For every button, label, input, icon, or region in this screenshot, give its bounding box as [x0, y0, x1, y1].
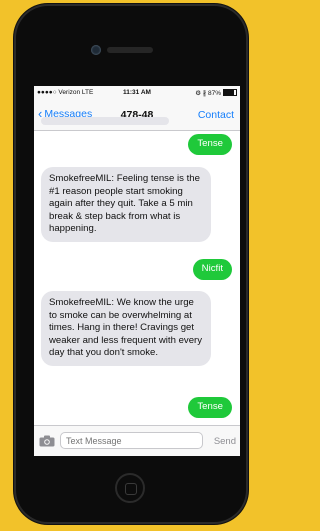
incoming-message-bubble: SmokefreeMIL: Feeling tense is the #1 re…: [41, 167, 211, 242]
camera-icon[interactable]: [39, 435, 55, 447]
message-thread[interactable]: Tense SmokefreeMIL: Feeling tense is the…: [34, 117, 240, 425]
front-camera-icon: [91, 45, 101, 55]
previous-message-bubble: [41, 117, 169, 125]
incoming-message-bubble: SmokefreeMIL: We know the urge to smoke …: [41, 291, 211, 366]
message-text-field[interactable]: [60, 432, 203, 449]
contact-button[interactable]: Contact: [198, 109, 234, 121]
status-right: ⚙ ∦ 87%: [195, 89, 237, 97]
home-button-icon: [125, 483, 137, 495]
status-bar: ●●●●○ Verizon LTE 11:31 AM ⚙ ∦ 87%: [34, 86, 240, 100]
nav-bar: ‹ Messages 478-48 Contact: [34, 100, 240, 131]
outgoing-message-bubble: Tense: [188, 134, 232, 155]
battery-text: ⚙ ∦ 87%: [195, 90, 221, 97]
phone-screen: ●●●●○ Verizon LTE 11:31 AM ⚙ ∦ 87% ‹ Mess…: [34, 86, 240, 456]
battery-icon: [223, 89, 237, 96]
earpiece-speaker: [107, 47, 153, 53]
send-button[interactable]: Send: [214, 436, 236, 447]
home-button[interactable]: [115, 473, 145, 503]
outgoing-message-bubble: Nicfit: [192, 259, 232, 280]
outgoing-message-bubble: Tense: [188, 397, 232, 418]
message-input-bar: Send: [34, 425, 240, 456]
